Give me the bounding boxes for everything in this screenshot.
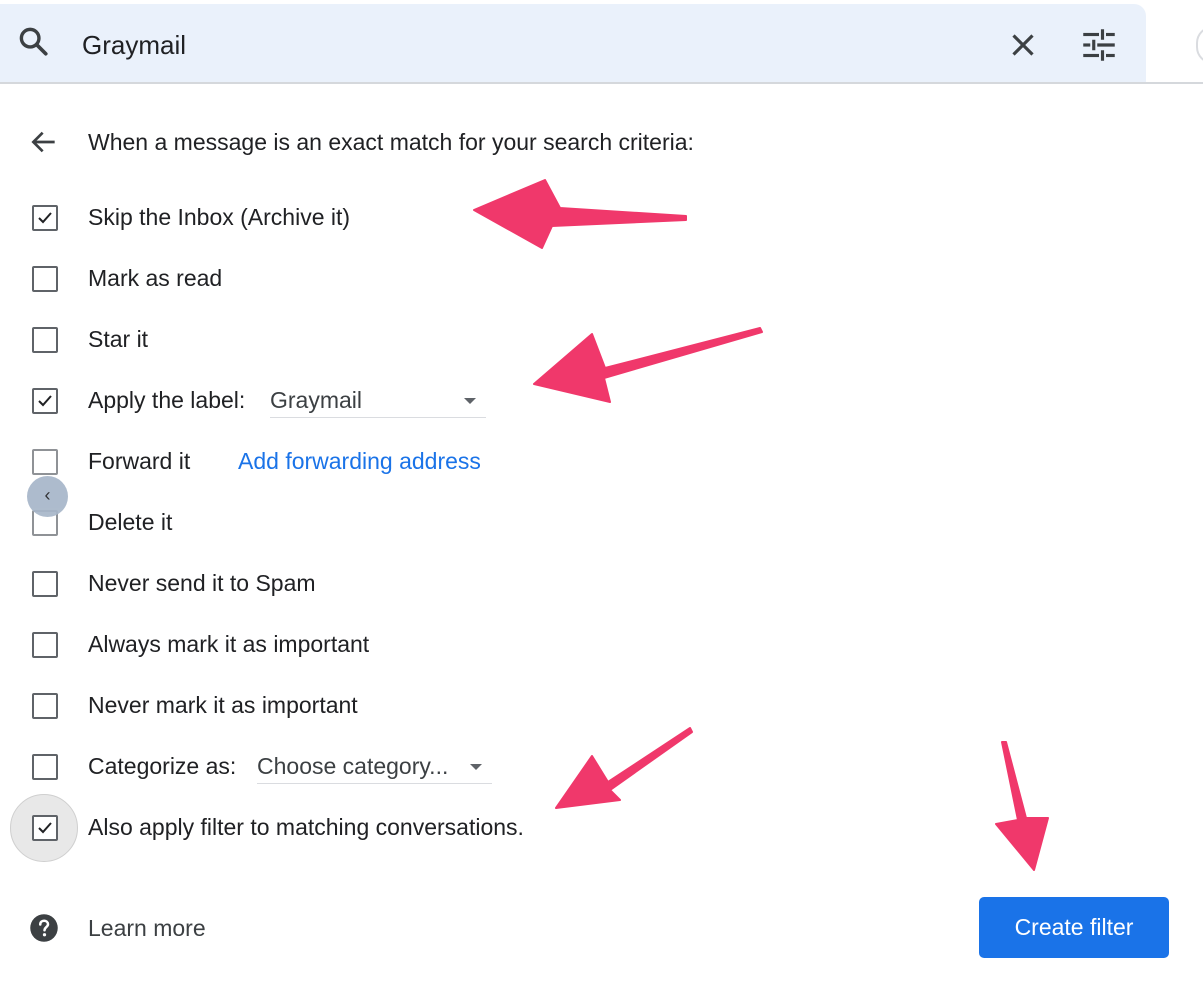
skip-inbox-checkbox[interactable]	[32, 205, 58, 231]
checkmark-icon	[38, 395, 52, 407]
always-important-label: Always mark it as important	[88, 631, 370, 657]
search-divider	[0, 82, 1203, 84]
create-filter-button[interactable]: Create filter	[979, 897, 1169, 958]
never-important-checkbox[interactable]	[32, 693, 58, 719]
add-forwarding-address-link[interactable]: Add forwarding address	[238, 446, 481, 476]
tune-icon[interactable]	[1078, 24, 1120, 66]
learn-more-link[interactable]: Learn more	[88, 913, 206, 943]
star-it-checkbox[interactable]	[32, 327, 58, 353]
mark-as-read-label: Mark as read	[88, 265, 223, 291]
option-star-it[interactable]: Star it	[0, 318, 900, 362]
option-forward-it[interactable]: Forward it Add forwarding address	[0, 440, 900, 484]
option-mark-as-read[interactable]: Mark as read	[0, 257, 900, 301]
checkmark-icon	[38, 822, 52, 834]
forward-it-label: Forward it	[88, 448, 191, 474]
apply-label-label: Apply the label:	[88, 387, 246, 413]
option-always-important[interactable]: Always mark it as important	[0, 623, 900, 667]
arrow-back-icon[interactable]	[28, 126, 60, 158]
collapse-handle[interactable]: ‹	[27, 476, 68, 517]
label-select[interactable]: Graymail	[270, 383, 486, 418]
always-important-checkbox[interactable]	[32, 632, 58, 658]
apply-to-conversations-label: Also apply filter to matching conversati…	[88, 814, 524, 840]
help-icon[interactable]	[29, 913, 59, 943]
checkmark-icon	[38, 212, 52, 224]
skip-inbox-label: Skip the Inbox (Archive it)	[88, 204, 351, 230]
option-skip-inbox[interactable]: Skip the Inbox (Archive it)	[0, 196, 900, 240]
never-spam-label: Never send it to Spam	[88, 570, 316, 596]
categorize-checkbox[interactable]	[32, 754, 58, 780]
categorize-label: Categorize as:	[88, 753, 237, 779]
never-important-label: Never mark it as important	[88, 692, 358, 718]
delete-it-label: Delete it	[88, 509, 173, 535]
option-categorize[interactable]: Categorize as: Choose category...	[0, 745, 900, 789]
forward-it-checkbox[interactable]	[32, 449, 58, 475]
star-it-label: Star it	[88, 326, 149, 352]
option-never-important[interactable]: Never mark it as important	[0, 684, 900, 728]
caret-down-icon	[470, 764, 482, 770]
criteria-heading: When a message is an exact match for you…	[88, 129, 694, 155]
filter-creation-panel: Graymail When a message is an exact matc…	[0, 0, 1203, 992]
mark-as-read-checkbox[interactable]	[32, 266, 58, 292]
option-delete-it[interactable]: Delete it	[0, 501, 900, 545]
search-icon[interactable]	[16, 24, 50, 58]
avatar[interactable]	[1196, 26, 1203, 64]
option-apply-label[interactable]: Apply the label: Graymail	[0, 379, 900, 423]
apply-to-conversations-checkbox[interactable]	[32, 815, 58, 841]
option-apply-to-conversations[interactable]: Also apply filter to matching conversati…	[0, 806, 900, 850]
label-select-value: Graymail	[270, 387, 363, 413]
chevron-left-icon: ‹	[44, 485, 51, 505]
caret-down-icon	[464, 398, 476, 404]
never-spam-checkbox[interactable]	[32, 571, 58, 597]
close-icon[interactable]	[1004, 26, 1042, 64]
category-select-value: Choose category...	[257, 753, 449, 779]
search-input[interactable]: Graymail	[82, 28, 186, 62]
annotation-arrow	[995, 741, 1049, 871]
category-select[interactable]: Choose category...	[257, 749, 492, 784]
option-never-spam[interactable]: Never send it to Spam	[0, 562, 900, 606]
apply-label-checkbox[interactable]	[32, 388, 58, 414]
